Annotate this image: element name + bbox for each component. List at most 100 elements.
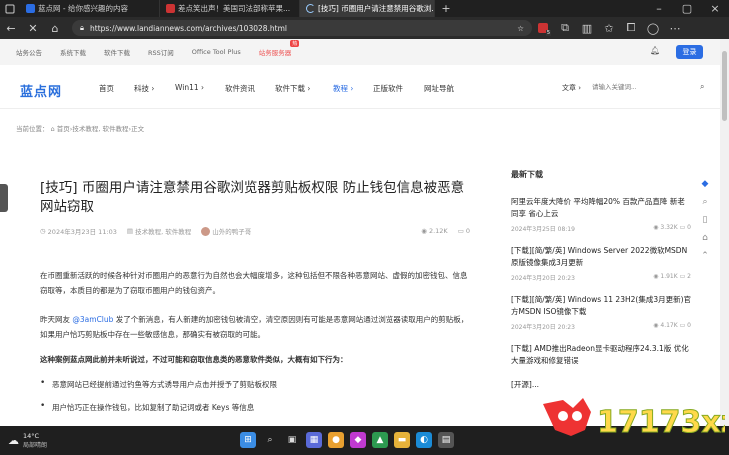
site-logo[interactable]: 蓝点网 bbox=[20, 81, 62, 100]
home-icon[interactable]: ⌂ bbox=[44, 17, 66, 39]
item-date: 2024年3月20日 20:23 bbox=[511, 324, 575, 331]
clock-icon: ◷ bbox=[40, 227, 46, 235]
tab-1[interactable]: 蓝点网 - 给你感兴趣的内容 bbox=[20, 0, 160, 17]
stop-loading-icon[interactable]: ✕ bbox=[22, 17, 44, 39]
article-date: 2024年3月23日 11:03 bbox=[47, 228, 117, 236]
item-date: 2024年3月20日 20:23 bbox=[511, 275, 575, 282]
scroll-thumb[interactable] bbox=[722, 51, 727, 121]
browser-toolbar: ← ✕ ⌂ 🔒︎ https://www.landiannews.com/arc… bbox=[0, 17, 729, 39]
article-title: [技巧] 币圈用户请注意禁用谷歌浏览器剪贴板权限 防止钱包信息被恶意网站窃取 bbox=[40, 180, 465, 215]
favorites-icon[interactable]: ✩ bbox=[598, 17, 620, 39]
watermark-logo: 17173xz bbox=[543, 398, 729, 441]
app-icon[interactable]: ● bbox=[328, 432, 344, 448]
address-bar[interactable]: 🔒︎ https://www.landiannews.com/archives/… bbox=[72, 20, 532, 36]
watermark-text: 17173xz bbox=[597, 405, 725, 440]
search-type-select[interactable]: 文章 › bbox=[562, 83, 581, 93]
top-link-hot[interactable]: 站务服务器 热 bbox=[259, 40, 300, 57]
more-menu-icon[interactable]: ⋯ bbox=[664, 17, 686, 39]
twitter-link[interactable]: @3amClub bbox=[72, 315, 113, 324]
loading-icon bbox=[306, 4, 315, 13]
paragraph-2: 昨天网友 @3amClub 发了个新消息，有人新建的加密钱包被清空，清空原因则有… bbox=[40, 312, 470, 342]
side-expand-handle[interactable] bbox=[0, 184, 8, 212]
nav-home[interactable]: 首页 bbox=[99, 83, 114, 94]
item-stats: ◉ 3.32K ▭ 0 bbox=[653, 224, 691, 231]
sidebar-title: 最新下载 bbox=[511, 170, 543, 179]
comments-icon: ▭ bbox=[457, 227, 464, 235]
item-views: 1.91K bbox=[660, 273, 678, 280]
list-item[interactable]: [下载][简/繁/英] Windows 11 23H2(集成3月更新)官方MSD… bbox=[511, 294, 691, 331]
p2-prefix: 昨天网友 bbox=[40, 315, 73, 324]
article-category[interactable]: 技术教程, 软件教程 bbox=[135, 226, 191, 236]
top-link[interactable]: 软件下载 bbox=[104, 47, 130, 57]
list-item[interactable]: [下载] AMD推出Radeon显卡驱动程序24.3.1版 优化大量游戏和修复错… bbox=[511, 343, 691, 367]
list-item[interactable]: [下载][简/繁/英] Windows Server 2022微软MSDN原版镜… bbox=[511, 245, 691, 282]
article-meta: ◷ 2024年3月23日 11:03 ▤ 技术教程, 软件教程 山外的鸭子哥 ◉… bbox=[40, 226, 470, 236]
edge-icon[interactable]: ◐ bbox=[416, 432, 432, 448]
top-link[interactable]: Office Tool Plus bbox=[192, 48, 241, 56]
nav-genuine-software[interactable]: 正版软件 bbox=[373, 83, 403, 94]
list-item[interactable]: 阿里云年度大降价 平均降幅20% 百款产品直降 新老同享 省心上云 2024年3… bbox=[511, 196, 691, 233]
top-link[interactable]: 系统下载 bbox=[60, 47, 86, 57]
search-icon[interactable]: ⌕ bbox=[700, 82, 704, 92]
search-input[interactable] bbox=[592, 79, 696, 95]
article: [技巧] 币圈用户请注意禁用谷歌浏览器剪贴板权限 防止钱包信息被恶意网站窃取 ◷… bbox=[40, 179, 470, 413]
tab-2[interactable]: 差点笑出声！美国司法部称苹果... bbox=[160, 0, 300, 17]
latest-downloads: 最新下载 阿里云年度大降价 平均降幅20% 百款产品直降 新老同享 省心上云 2… bbox=[511, 169, 691, 391]
article-author[interactable]: 山外的鸭子哥 bbox=[212, 226, 251, 236]
item-meta: 2024年3月20日 20:23 ◉ 4.17K ▭ 0 bbox=[511, 322, 691, 331]
vertical-scrollbar[interactable] bbox=[720, 39, 729, 426]
profile-icon[interactable]: ◯ bbox=[642, 17, 664, 39]
item-stats: ◉ 1.91K ▭ 2 bbox=[653, 273, 691, 280]
task-view-icon[interactable]: ▣ bbox=[284, 432, 300, 448]
list-item: 用户恰巧正在操作钱包，比如复制了助记词或者 Keys 等信息 bbox=[40, 401, 470, 413]
web-page: 站务公告 系统下载 软件下载 RSS订阅 Office Tool Plus 站务… bbox=[0, 39, 729, 426]
item-views: 4.17K bbox=[660, 322, 678, 329]
app-icon[interactable]: ▤ bbox=[438, 432, 454, 448]
weather-desc: 局部晴朗 bbox=[23, 442, 48, 449]
top-link[interactable]: 站务公告 bbox=[16, 47, 42, 57]
home-icon[interactable]: ⌂ bbox=[702, 233, 708, 243]
split-screen-icon[interactable]: ▥ bbox=[576, 17, 598, 39]
item-stats: ◉ 4.17K ▭ 0 bbox=[653, 322, 691, 329]
nav-tutorial[interactable]: 教程 › bbox=[333, 83, 353, 94]
nav-software-news[interactable]: 软件资讯 bbox=[225, 83, 255, 94]
app-icon[interactable]: ▲ bbox=[372, 432, 388, 448]
file-explorer-icon[interactable]: ▬ bbox=[394, 432, 410, 448]
watermark: 17173xz bbox=[535, 390, 729, 450]
edge-ai-icon[interactable]: ◆ bbox=[702, 179, 709, 189]
nav-tech[interactable]: 科技 › bbox=[134, 83, 154, 94]
start-menu-icon[interactable]: ⊞ bbox=[240, 432, 256, 448]
floating-tools: ◆ ⌕ ▯ ⌂ ⌃ bbox=[694, 179, 716, 261]
item-title: [下载] AMD推出Radeon显卡驱动程序24.3.1版 优化大量游戏和修复错… bbox=[511, 344, 689, 365]
top-link[interactable]: RSS订阅 bbox=[148, 47, 174, 57]
favicon-icon bbox=[166, 4, 175, 13]
comments-count: 0 bbox=[465, 227, 470, 235]
item-date: 2024年3月25日 08:19 bbox=[511, 226, 575, 233]
search-icon[interactable]: ⌕ bbox=[262, 432, 278, 448]
weather-text: 14°C 局部晴朗 bbox=[23, 432, 47, 449]
site-top-links: 站务公告 系统下载 软件下载 RSS订阅 Office Tool Plus 站务… bbox=[0, 39, 720, 65]
weather-widget[interactable]: ☁︎ 14°C 局部晴朗 bbox=[8, 432, 47, 449]
extension-icon[interactable]: 5 bbox=[532, 17, 554, 39]
author-avatar bbox=[201, 226, 211, 236]
tab-3-active[interactable]: [技巧] 币圈用户请注意禁用谷歌浏... × bbox=[300, 0, 435, 17]
nav-url-guide[interactable]: 网址导航 bbox=[424, 83, 454, 94]
puzzle-icon[interactable]: ⧉ bbox=[554, 17, 576, 39]
search-icon[interactable]: ⌕ bbox=[702, 197, 707, 207]
item-comments: 0 bbox=[687, 224, 691, 231]
collections-icon[interactable]: ⧠ bbox=[620, 17, 642, 39]
lock-icon: 🔒︎ bbox=[80, 23, 84, 32]
bell-icon[interactable]: 🔔︎ bbox=[650, 46, 660, 55]
weather-icon: ☁︎ bbox=[8, 434, 19, 447]
widgets-icon[interactable]: ▦ bbox=[306, 432, 322, 448]
extension-badge: 5 bbox=[545, 30, 551, 36]
nav-software-download[interactable]: 软件下载 › bbox=[275, 83, 310, 94]
bookmark-icon[interactable]: ▯ bbox=[703, 215, 708, 225]
collapse-up-icon[interactable]: ⌃ bbox=[701, 251, 709, 261]
back-icon[interactable]: ← bbox=[0, 17, 22, 39]
login-button[interactable]: 登录 bbox=[676, 45, 703, 59]
favorite-star-icon[interactable]: ☆ bbox=[517, 24, 524, 33]
item-title: [下载][简/繁/英] Windows 11 23H2(集成3月更新)官方MSD… bbox=[511, 295, 692, 316]
app-icon[interactable]: ◆ bbox=[350, 432, 366, 448]
nav-win11[interactable]: Win11 › bbox=[175, 83, 204, 92]
